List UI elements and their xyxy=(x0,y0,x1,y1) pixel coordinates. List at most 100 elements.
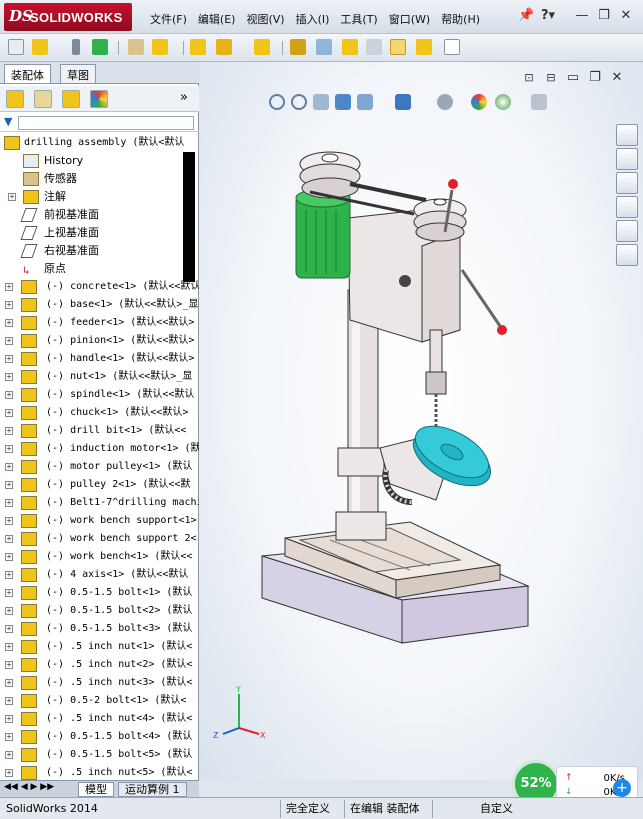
tree-item[interactable]: + (-) Belt1-7^drilling machi xyxy=(0,494,199,512)
configuration-manager-icon[interactable] xyxy=(62,90,80,108)
tree-item[interactable]: + (-) 0.5-2 bolt<1> (默认< xyxy=(0,692,199,710)
tree-expander-icon[interactable]: + xyxy=(5,661,13,669)
close-icon[interactable]: ✕ xyxy=(618,8,634,24)
menu-help[interactable]: 帮助(H) xyxy=(441,11,480,27)
options-gear-icon[interactable] xyxy=(290,39,306,55)
explode-icon[interactable] xyxy=(416,39,432,55)
help-icon[interactable]: ?▾ xyxy=(540,8,556,24)
menu-file[interactable]: 文件(F) xyxy=(150,11,187,27)
menu-insert[interactable]: 插入(I) xyxy=(296,11,330,27)
tree-item[interactable]: + (-) nut<1> (默认<<默认>_显 xyxy=(0,368,199,386)
tree-item[interactable]: + (-) .5 inch nut<2> (默认< xyxy=(0,656,199,674)
solidworks-logo[interactable]: DS SOLIDWORKS xyxy=(4,3,132,31)
tree-item[interactable]: + (-) concrete<1> (默认<<默认 xyxy=(0,278,199,296)
tree-item[interactable]: + (-) .5 inch nut<4> (默认< xyxy=(0,710,199,728)
tree-item[interactable]: + (-) pulley 2<1> (默认<<默 xyxy=(0,476,199,494)
tree-expander-icon[interactable]: + xyxy=(5,355,13,363)
tree-expander-icon[interactable]: + xyxy=(5,409,13,417)
tree-item[interactable]: + (-) drill bit<1> (默认<< xyxy=(0,422,199,440)
tree-expander-icon[interactable]: + xyxy=(5,769,13,777)
tree-expander-icon[interactable]: + xyxy=(5,499,13,507)
appearances-icon[interactable] xyxy=(616,220,638,242)
tree-expander-icon[interactable]: + xyxy=(5,337,13,345)
undo-icon[interactable] xyxy=(152,39,168,55)
tree-expander-icon[interactable]: + xyxy=(5,427,13,435)
tree-item[interactable]: + (-) pinion<1> (默认<<默认> xyxy=(0,332,199,350)
tree-item[interactable]: + (-) handle<1> (默认<<默认> xyxy=(0,350,199,368)
tree-expander-icon[interactable]: + xyxy=(5,445,13,453)
tree-expander-icon[interactable]: + xyxy=(5,535,13,543)
paperclip-icon[interactable] xyxy=(72,39,80,55)
tree-item[interactable]: + (-) .5 inch nut<3> (默认< xyxy=(0,674,199,692)
print-icon[interactable] xyxy=(128,39,144,55)
tab-assembly[interactable]: 装配体 xyxy=(4,64,51,83)
scroll-left-icon[interactable]: ◀◀ ◀ ▶ ▶▶ xyxy=(4,782,54,792)
tree-item[interactable]: + (-) spindle<1> (默认<<默认 xyxy=(0,386,199,404)
rotate-component-icon[interactable] xyxy=(366,39,382,55)
tree-item[interactable]: + (-) .5 inch nut<5> (默认< xyxy=(0,764,199,780)
view-palette-icon[interactable] xyxy=(616,196,638,218)
tree-item[interactable]: + (-) chuck<1> (默认<<默认> xyxy=(0,404,199,422)
select-icon[interactable] xyxy=(190,39,206,55)
tree-item[interactable]: 前视基准面 xyxy=(0,206,199,224)
tree-item[interactable]: + (-) induction motor<1> (默 xyxy=(0,440,199,458)
tree-expander-icon[interactable]: + xyxy=(5,319,13,327)
tree-expander-icon[interactable]: + xyxy=(5,679,13,687)
tree-expander-icon[interactable]: + xyxy=(5,589,13,597)
window-icon[interactable] xyxy=(444,39,460,55)
menu-view[interactable]: 视图(V) xyxy=(246,11,284,27)
tree-root-assembly[interactable]: -drilling assembly (默认<默认 xyxy=(0,134,199,152)
tree-expander-icon[interactable]: + xyxy=(5,607,13,615)
custom-properties-icon[interactable] xyxy=(616,244,638,266)
tree-expander-icon[interactable]: + xyxy=(5,283,13,291)
tree-item[interactable]: + (-) feeder<1> (默认<<默认> xyxy=(0,314,199,332)
tree-item[interactable]: + (-) 4 axis<1> (默认<<默认 xyxy=(0,566,199,584)
tree-item[interactable]: + (-) work bench support<1> xyxy=(0,512,199,530)
tree-expander-icon[interactable]: + xyxy=(5,625,13,633)
tree-item[interactable]: + (-) 0.5-1.5 bolt<4> (默认 xyxy=(0,728,199,746)
tree-item[interactable]: + 注解 xyxy=(0,188,199,206)
tree-item[interactable]: + (-) 0.5-1.5 bolt<2> (默认 xyxy=(0,602,199,620)
menu-window[interactable]: 窗口(W) xyxy=(389,11,430,27)
tree-expander-icon[interactable]: + xyxy=(5,643,13,651)
tree-expander-icon[interactable]: + xyxy=(5,715,13,723)
status-custom[interactable]: 自定义 xyxy=(476,801,517,817)
tree-item[interactable]: + (-) work bench<1> (默认<< xyxy=(0,548,199,566)
feature-manager-icon[interactable] xyxy=(6,90,24,108)
filter-input[interactable] xyxy=(18,116,194,130)
gear-rebuild-icon[interactable] xyxy=(92,39,108,55)
restore-icon[interactable]: ❐ xyxy=(596,8,612,24)
tree-item[interactable]: + (-) work bench support 2< xyxy=(0,530,199,548)
magic-wand-icon[interactable] xyxy=(254,39,270,55)
menu-edit[interactable]: 编辑(E) xyxy=(198,11,236,27)
display-manager-icon[interactable] xyxy=(90,90,108,108)
tree-expander-icon[interactable]: + xyxy=(5,517,13,525)
move-component-icon[interactable] xyxy=(342,39,358,55)
tree-item[interactable]: + (-) base<1> (默认<<默认>_显 xyxy=(0,296,199,314)
tree-item[interactable]: 右视基准面 xyxy=(0,242,199,260)
tree-expander-icon[interactable]: + xyxy=(5,553,13,561)
tab-model[interactable]: 模型 xyxy=(78,782,114,797)
tree-expander-icon[interactable]: + xyxy=(5,571,13,579)
tree-item[interactable]: 传感器 xyxy=(0,170,199,188)
tree-expander-icon[interactable]: + xyxy=(8,193,16,201)
tree-expander-icon[interactable]: + xyxy=(5,373,13,381)
tree-item[interactable]: + (-) 0.5-1.5 bolt<3> (默认 xyxy=(0,620,199,638)
tree-item[interactable]: ↳ 原点 xyxy=(0,260,199,278)
tree-expander-icon[interactable]: + xyxy=(5,751,13,759)
tree-expander-icon[interactable]: + xyxy=(5,697,13,705)
tree-expander-icon[interactable]: + xyxy=(5,391,13,399)
highlighted-tool-icon[interactable] xyxy=(390,39,406,55)
graphics-area[interactable]: ⊡ ⊟ ▭ ❐ ✕ Y X Z xyxy=(199,62,643,780)
tree-item[interactable]: + (-) 0.5-1.5 bolt<1> (默认 xyxy=(0,584,199,602)
minimize-icon[interactable]: — xyxy=(574,8,590,24)
file-explorer-icon[interactable] xyxy=(616,172,638,194)
menu-tools[interactable]: 工具(T) xyxy=(340,11,377,27)
smart-mate-icon[interactable] xyxy=(216,39,232,55)
drill-press-model[interactable] xyxy=(199,62,643,780)
tree-item[interactable]: 上视基准面 xyxy=(0,224,199,242)
expand-chevron-icon[interactable]: » xyxy=(180,90,188,105)
new-document-icon[interactable] xyxy=(8,39,24,55)
tree-expander-icon[interactable]: + xyxy=(5,481,13,489)
open-folder-icon[interactable] xyxy=(32,39,48,55)
